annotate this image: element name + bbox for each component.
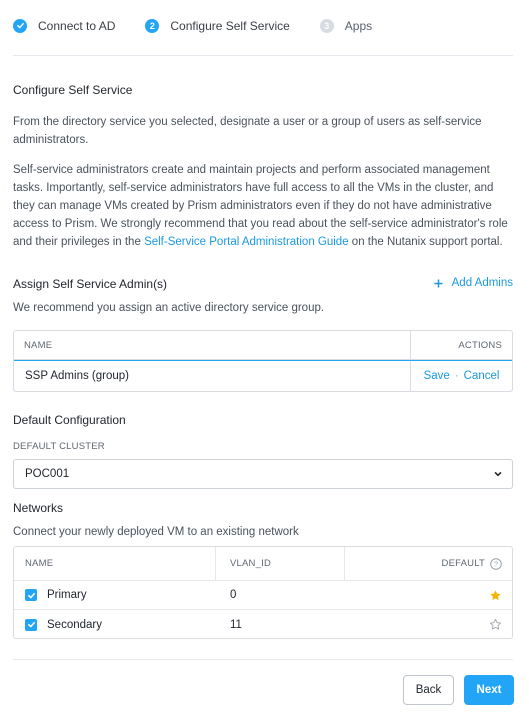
default-cluster-select[interactable]: POC001 bbox=[13, 459, 513, 489]
intro-text: From the directory service you selected,… bbox=[13, 116, 482, 146]
description-text: Self-service administrators create and m… bbox=[13, 161, 513, 251]
network-name-cell: Secondary bbox=[14, 610, 216, 639]
star-filled-icon[interactable] bbox=[489, 589, 502, 602]
checkbox-checked-icon[interactable] bbox=[25, 618, 37, 631]
chevron-down-icon bbox=[494, 472, 502, 477]
plus-icon bbox=[434, 279, 443, 288]
add-admins-label: Add Admins bbox=[451, 277, 513, 289]
step-number: 2 bbox=[145, 18, 160, 33]
default-cell bbox=[345, 581, 512, 609]
admin-guide-link[interactable]: Self-Service Portal Administration Guide bbox=[144, 236, 349, 248]
select-value: POC001 bbox=[25, 468, 70, 480]
default-cell bbox=[345, 610, 512, 639]
section-title: Configure Self Service bbox=[13, 83, 133, 97]
table-header: NAME ACTIONS bbox=[14, 331, 512, 360]
network-name: Primary bbox=[47, 589, 87, 601]
admin-name-input[interactable]: SSP Admins (group) bbox=[14, 361, 411, 391]
back-button[interactable]: Back bbox=[403, 675, 454, 705]
default-config-title: Default Configuration bbox=[13, 413, 126, 427]
column-header-vlan: VLAN_ID bbox=[216, 547, 345, 580]
add-admins-button[interactable]: Add Admins bbox=[434, 277, 513, 289]
vlan-id: 0 bbox=[230, 589, 237, 601]
column-header-name: NAME bbox=[14, 547, 216, 580]
step-apps[interactable]: 3 Apps bbox=[319, 0, 373, 56]
table-row: SSP Admins (group) Save · Cancel bbox=[14, 360, 512, 391]
description-part: on the Nutanix support portal. bbox=[348, 236, 503, 248]
step-label: Connect to AD bbox=[38, 18, 116, 33]
step-configure-self-service[interactable]: 2 Configure Self Service bbox=[145, 0, 290, 56]
networks-table: NAME VLAN_ID DEFAULT ? Primary 0 Seconda… bbox=[13, 546, 513, 639]
separator: · bbox=[454, 370, 459, 382]
footer-divider bbox=[13, 659, 513, 660]
default-cluster-label: DEFAULT CLUSTER bbox=[13, 441, 105, 452]
check-icon bbox=[13, 18, 27, 33]
step-number: 3 bbox=[319, 18, 334, 33]
step-label: Configure Self Service bbox=[170, 18, 290, 33]
save-link[interactable]: Save bbox=[424, 370, 450, 382]
column-header-actions: ACTIONS bbox=[458, 339, 502, 351]
vlan-id: 11 bbox=[230, 618, 242, 631]
step-label: Apps bbox=[344, 18, 373, 33]
assign-admins-title: Assign Self Service Admin(s) bbox=[13, 277, 168, 291]
admins-table: NAME ACTIONS SSP Admins (group) Save · C… bbox=[13, 330, 513, 392]
column-header-default: DEFAULT ? bbox=[345, 547, 512, 580]
table-header: NAME VLAN_ID DEFAULT ? bbox=[14, 547, 512, 581]
table-row: Primary 0 bbox=[14, 581, 512, 610]
default-header-label: DEFAULT bbox=[441, 558, 485, 569]
cancel-link[interactable]: Cancel bbox=[464, 370, 500, 382]
column-header-name: NAME bbox=[14, 331, 411, 359]
row-actions: Save · Cancel bbox=[411, 370, 512, 382]
help-icon[interactable]: ? bbox=[490, 557, 502, 570]
network-name-cell: Primary bbox=[14, 581, 216, 609]
networks-hint: Connect your newly deployed VM to an exi… bbox=[13, 526, 299, 538]
star-outline-icon[interactable] bbox=[489, 618, 502, 631]
assign-hint: We recommend you assign an active direct… bbox=[13, 302, 325, 314]
checkbox-checked-icon[interactable] bbox=[25, 589, 37, 601]
wizard-stepper: Connect to AD 2 Configure Self Service 3… bbox=[13, 0, 513, 56]
svg-text:?: ? bbox=[494, 559, 498, 568]
step-connect-to-ad[interactable]: Connect to AD bbox=[13, 0, 115, 56]
next-button[interactable]: Next bbox=[464, 675, 514, 705]
table-row: Secondary 11 bbox=[14, 610, 512, 639]
networks-title: Networks bbox=[13, 501, 64, 515]
network-name: Secondary bbox=[47, 618, 102, 631]
